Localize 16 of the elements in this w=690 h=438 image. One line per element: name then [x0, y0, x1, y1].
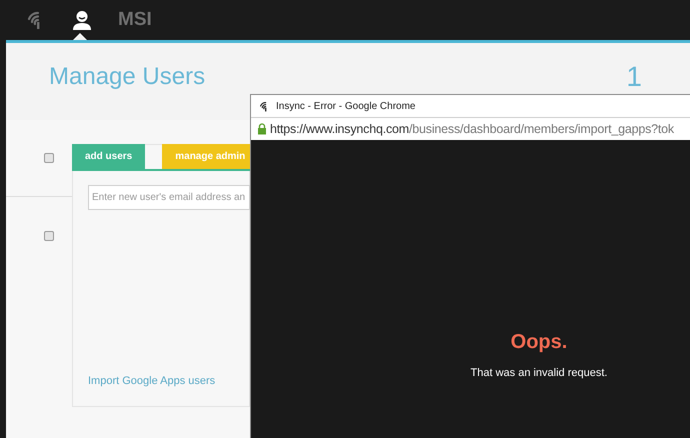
error-message: That was an invalid request. — [470, 366, 608, 381]
url-text: https://www.insynchq.com/business/dashboard/members/import_gapps?tok — [270, 120, 674, 138]
import-link[interactable]: Import Google Apps users — [88, 372, 249, 389]
email-input-field[interactable]: Enter new user's email address an — [88, 185, 250, 210]
window-title: Insync - Error - Google Chrome — [276, 100, 416, 114]
error-heading: Oops. — [510, 330, 568, 355]
page-title: Manage Users — [49, 65, 206, 92]
tab[interactable]: manage admin — [162, 144, 250, 169]
row-checkbox[interactable] — [44, 230, 54, 240]
user-icon[interactable] — [72, 9, 92, 31]
address-bar[interactable]: https://www.insynchq.com/business/dashboard/members/import_gapps?tok — [251, 117, 690, 140]
account-name[interactable]: MSI — [118, 6, 152, 34]
user-count: 1 — [626, 63, 642, 94]
row-checkbox[interactable] — [44, 153, 54, 163]
tab[interactable]: add users — [72, 144, 146, 169]
lock-icon — [257, 123, 267, 135]
